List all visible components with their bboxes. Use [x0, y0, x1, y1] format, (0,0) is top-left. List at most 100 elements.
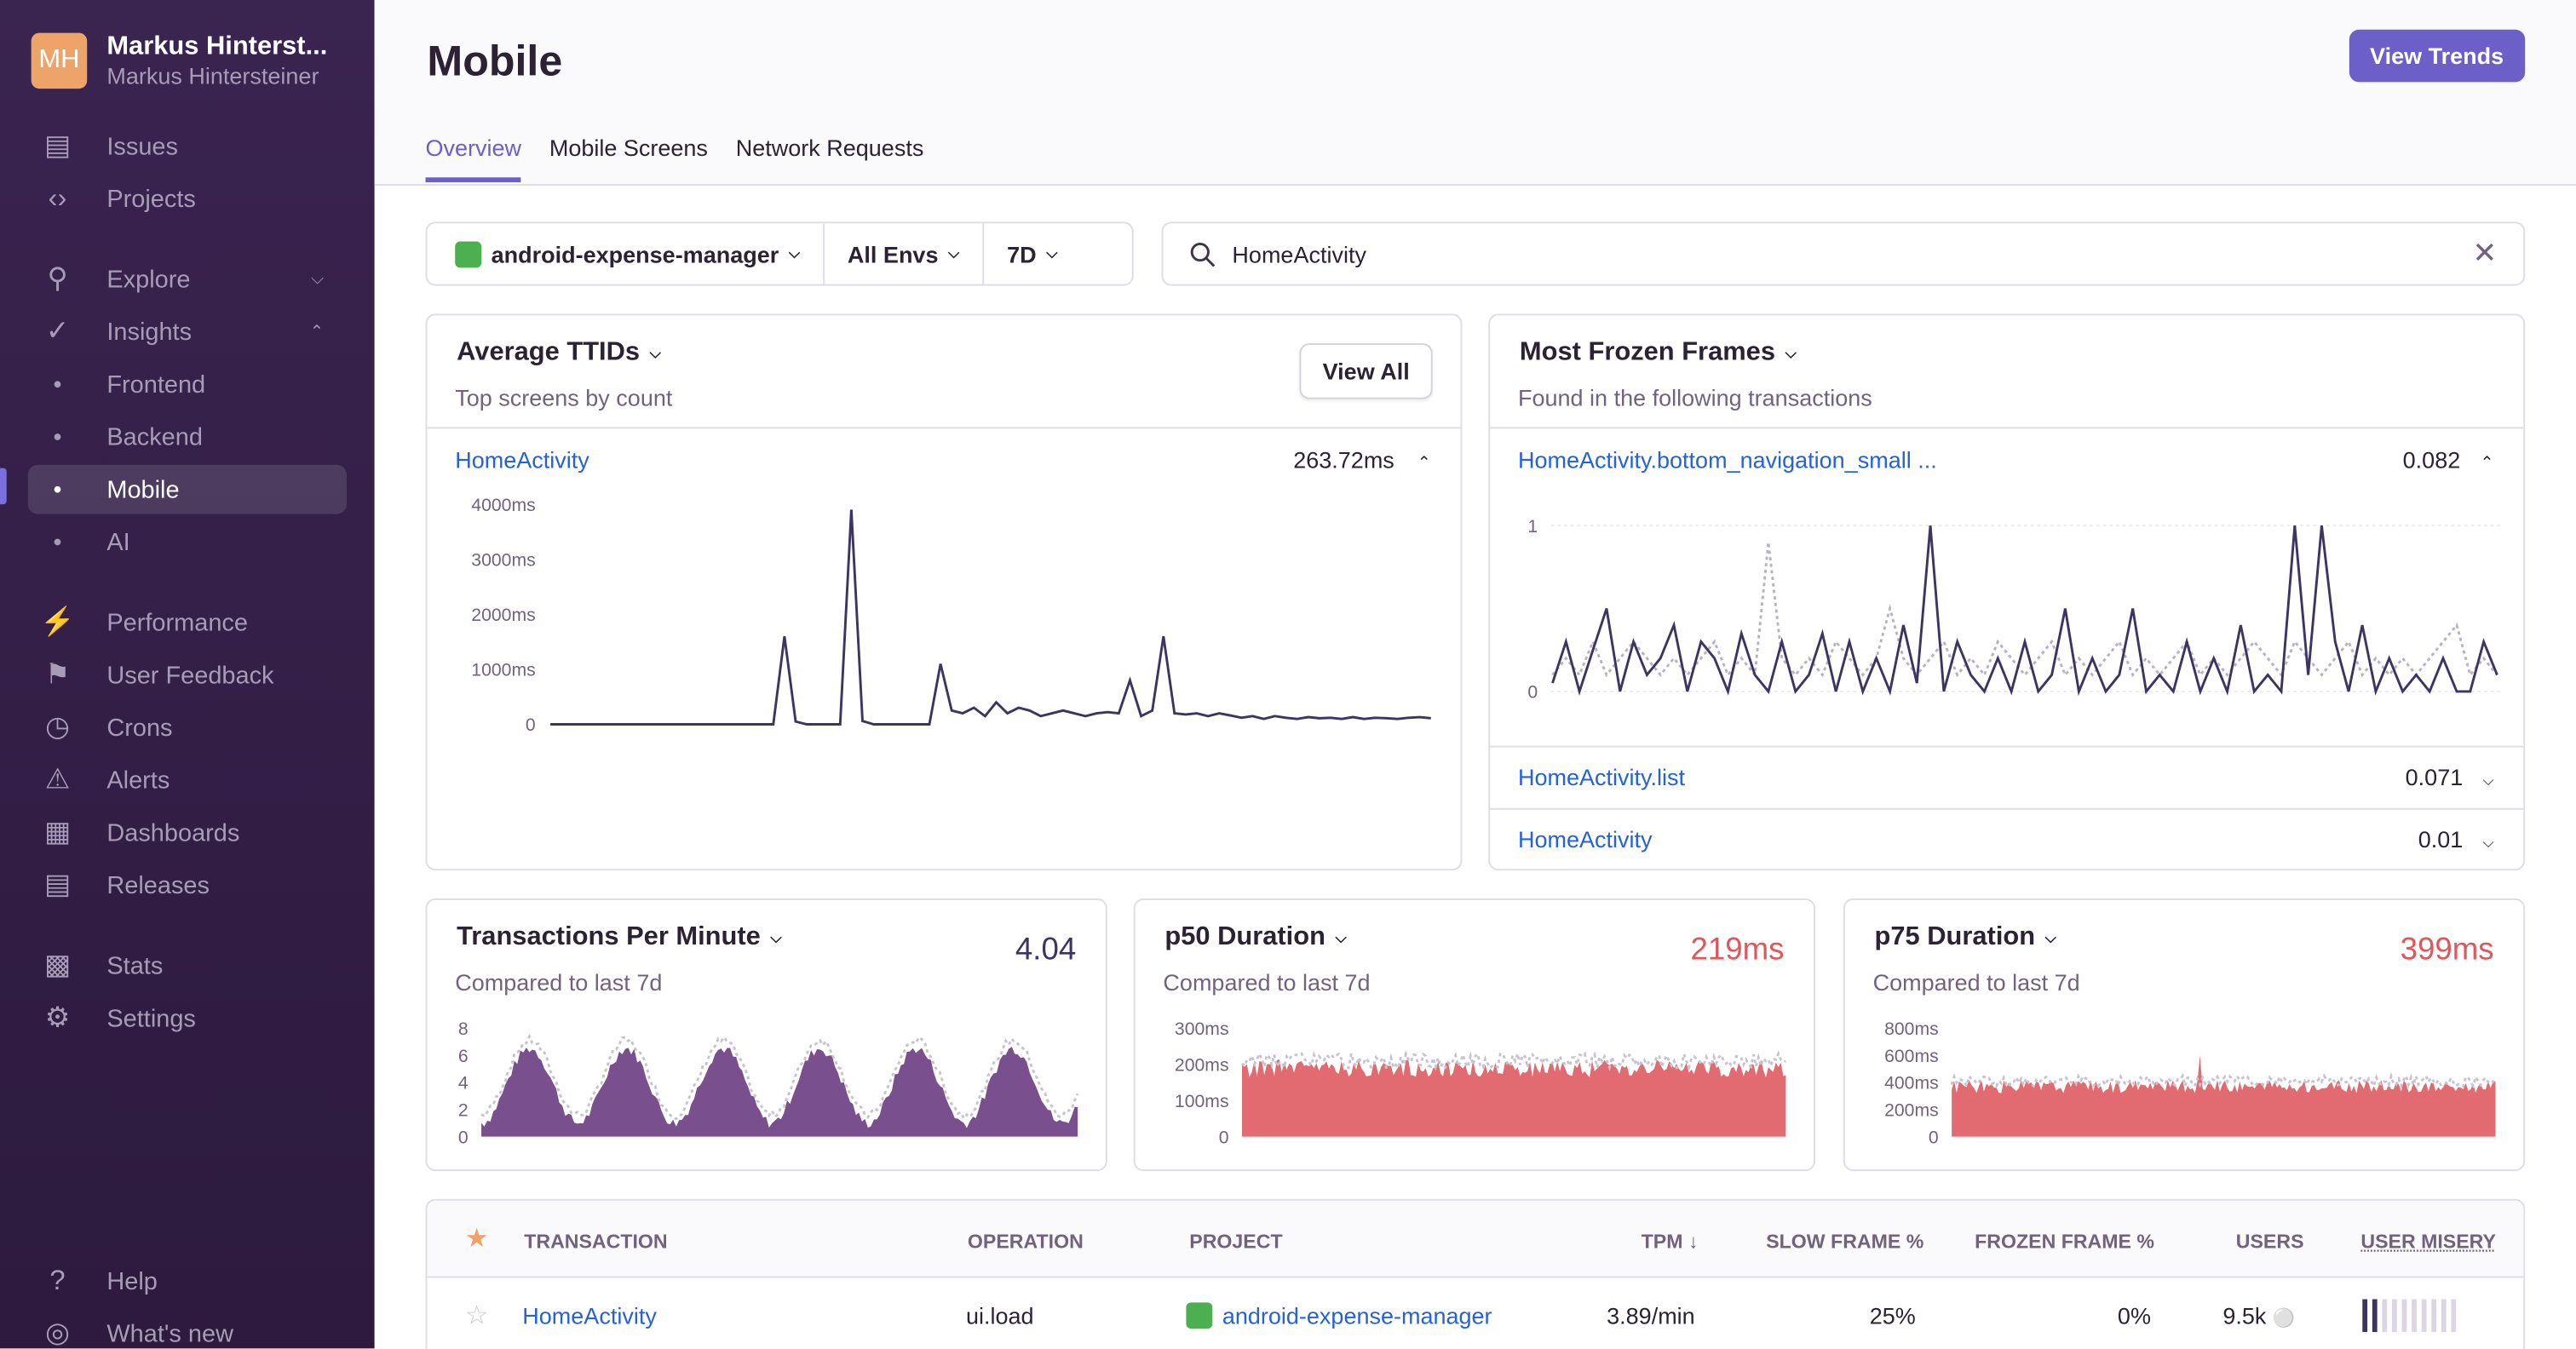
stats-icon: ▩ [44, 949, 71, 981]
misery-segment [2362, 1299, 2368, 1333]
y-tick-label: 200ms [1884, 1100, 1939, 1120]
search-bar: ✕ [1161, 221, 2526, 286]
y-tick-label: 300ms [1175, 1019, 1229, 1039]
ttid-chart: 4000ms 3000ms 2000ms 1000ms 0 [471, 496, 1431, 735]
page-filters: android-expense-manager ⌵ All Envs ⌵ 7D ⌵ [425, 221, 1134, 286]
y-tick-label: 8 [458, 1019, 469, 1039]
chevron-up-icon[interactable]: ⌃ [310, 323, 324, 341]
active-marker [0, 468, 7, 505]
col-user-misery[interactable]: USER MISERY [2360, 1230, 2496, 1253]
col-tpm[interactable]: TPM ↓ [1642, 1230, 1699, 1253]
p50-chart: 300ms 200ms 100ms 0 [1175, 1019, 1786, 1147]
user-icon: ⚪ [2272, 1309, 2296, 1329]
sidebar-item-releases[interactable]: ▤ Releases [28, 861, 347, 910]
sidebar-item-label: Performance [106, 608, 248, 637]
y-tick-label: 4000ms [471, 496, 535, 515]
y-tick-label: 400ms [1884, 1074, 1939, 1094]
sidebar-item-label: Explore [106, 265, 191, 294]
sidebar-item-label: Backend [106, 422, 203, 451]
sidebar-item-stats[interactable]: ▩ Stats [28, 941, 347, 990]
sidebar-item-label: Projects [106, 184, 196, 213]
transaction-link[interactable]: HomeActivity [522, 1302, 657, 1329]
col-frozen-frame[interactable]: FROZEN FRAME % [1975, 1230, 2154, 1253]
bullet-icon [41, 421, 74, 454]
transactions-table: ★ TRANSACTION OPERATION PROJECT TPM ↓ SL… [425, 1198, 2526, 1349]
android-icon [1186, 1302, 1213, 1329]
sidebar-item-backend[interactable]: Backend [28, 412, 347, 462]
y-tick-label: 1 [1527, 517, 1538, 537]
p75-widget: p75 Duration ⌵ Compared to last 7d 399ms … [1843, 898, 2526, 1172]
view-trends-button[interactable]: View Trends [2348, 29, 2526, 83]
operation-cell: ui.load [965, 1302, 1034, 1329]
y-tick-label: 2000ms [471, 606, 535, 625]
sidebar-item-performance[interactable]: ⚡ Performance [28, 598, 347, 647]
sidebar-item-ai[interactable]: AI [28, 517, 347, 566]
col-users[interactable]: USERS [2236, 1230, 2304, 1253]
col-project[interactable]: PROJECT [1189, 1230, 1282, 1253]
sidebar-item-projects[interactable]: ‹› Projects [28, 174, 347, 223]
user-misery-bar [2362, 1299, 2457, 1333]
sidebar: MH Markus Hinterst... Markus Hintersteine… [0, 0, 375, 1349]
y-tick-label: 0 [458, 1128, 469, 1147]
project-filter[interactable]: android-expense-manager ⌵ [427, 223, 825, 284]
sidebar-item-mobile[interactable]: Mobile [27, 464, 347, 514]
col-slow-frame[interactable]: SLOW FRAME % [1766, 1230, 1923, 1253]
bullet-icon [41, 525, 74, 559]
sidebar-item-explore[interactable]: ⚲ Explore ⌵ [28, 255, 347, 304]
dashboard-icon: ▦ [44, 816, 71, 848]
sidebar-item-what-s-new[interactable]: ◎ What's new [28, 1309, 347, 1349]
sidebar-item-user-feedback[interactable]: ⚑ User Feedback [28, 651, 347, 700]
siren-icon: ⚠ [44, 763, 71, 795]
sidebar-item-dashboards[interactable]: ▦ Dashboards [28, 808, 347, 858]
sidebar-item-help[interactable]: ? Help [28, 1256, 347, 1306]
col-operation[interactable]: OPERATION [968, 1230, 1084, 1253]
y-tick-label: 4 [458, 1074, 469, 1094]
avatar: MH [31, 32, 88, 89]
sidebar-item-frontend[interactable]: Frontend [28, 359, 347, 409]
sidebar-item-label: Releases [106, 871, 210, 899]
misery-segment [2431, 1299, 2437, 1333]
bullet-icon [41, 473, 74, 506]
misery-segment [2441, 1299, 2447, 1333]
sidebar-item-label: Crons [106, 713, 173, 742]
sidebar-item-label: Help [106, 1266, 158, 1295]
y-tick-label: 3000ms [471, 550, 535, 570]
sidebar-item-label: Alerts [106, 766, 170, 795]
star-icon[interactable]: ★ [465, 1222, 489, 1255]
ttid-series-line [550, 509, 1431, 726]
sidebar-item-insights[interactable]: ✓ Insights ⌃ [28, 307, 347, 357]
history-icon: ◷ [45, 711, 70, 743]
sidebar-item-issues[interactable]: ▤ Issues [28, 122, 347, 171]
users-cell: 9.5k ⚪ [2222, 1302, 2296, 1329]
misery-segment [2421, 1299, 2427, 1333]
frozen-frame-cell: 0% [2117, 1302, 2151, 1329]
frozen-frames-chart: 10 [1527, 517, 2501, 703]
clear-search-icon[interactable]: ✕ [2472, 237, 2497, 271]
folder-code-icon: ‹› [48, 182, 67, 214]
sidebar-item-crons[interactable]: ◷ Crons [28, 703, 347, 752]
org-switcher[interactable]: MH Markus Hinterst... Markus Hintersteine… [31, 32, 328, 89]
period-filter[interactable]: 7D ⌵ [984, 223, 1080, 284]
android-icon [455, 240, 482, 267]
search-input[interactable] [1232, 240, 2457, 267]
misery-segment [2401, 1299, 2407, 1333]
broadcast-icon: ◎ [45, 1317, 70, 1349]
tab-mobile-screens[interactable]: Mobile Screens [549, 135, 708, 182]
sidebar-item-settings[interactable]: ⚙ Settings [28, 994, 347, 1043]
sidebar-item-alerts[interactable]: ⚠ Alerts [28, 755, 347, 805]
tab-network-requests[interactable]: Network Requests [736, 135, 924, 182]
chevron-down-icon[interactable]: ⌵ [311, 270, 324, 288]
search-icon: ⚲ [47, 262, 68, 295]
col-transaction[interactable]: TRANSACTION [524, 1230, 667, 1253]
megaphone-icon: ⚑ [44, 658, 71, 690]
page-title: Mobile [427, 36, 563, 86]
sidebar-item-label: User Feedback [106, 661, 274, 690]
star-outline-icon[interactable]: ☆ [465, 1299, 489, 1332]
y-tick-label: 200ms [1175, 1055, 1229, 1075]
tpm-chart: 8 6 4 2 0 [458, 1019, 1079, 1147]
env-filter[interactable]: All Envs ⌵ [825, 223, 985, 284]
sidebar-item-label: Stats [106, 951, 164, 980]
project-link[interactable]: android-expense-manager [1186, 1302, 1492, 1329]
tab-overview[interactable]: Overview [425, 135, 522, 183]
question-icon: ? [49, 1264, 66, 1296]
